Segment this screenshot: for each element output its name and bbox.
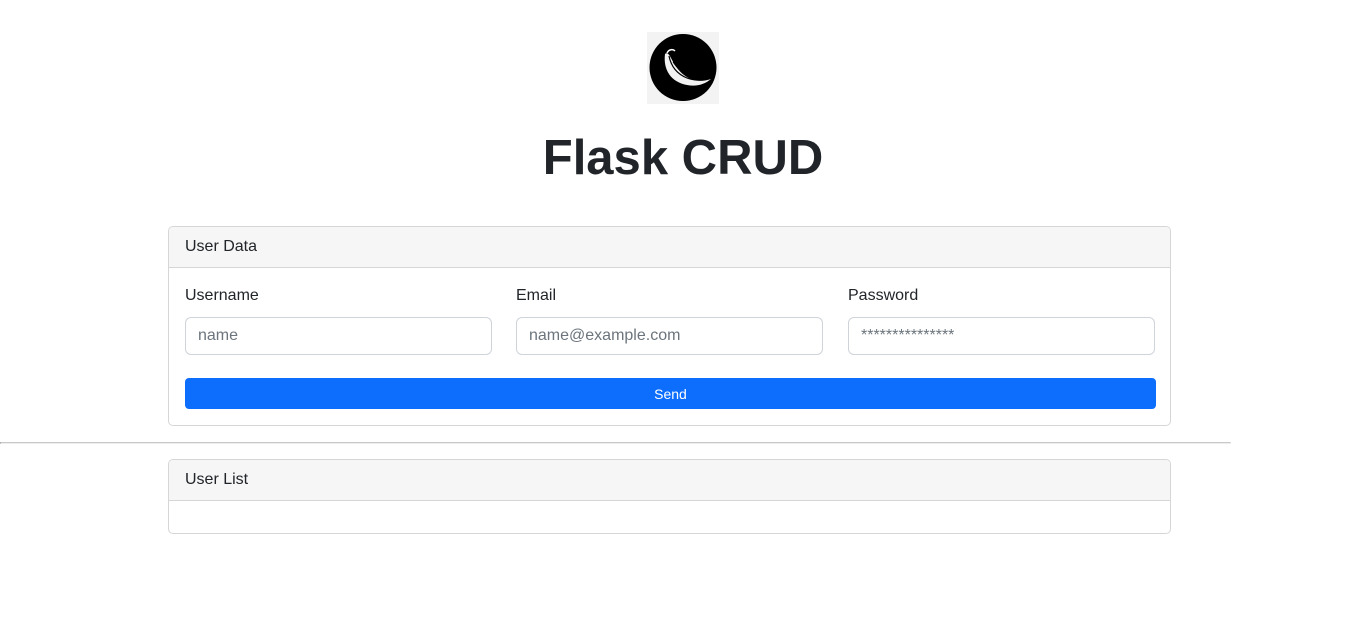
send-button[interactable]: Send [185,378,1156,409]
email-field-group: Email [516,286,824,355]
user-list-card-header: User List [169,460,1170,501]
page-title: Flask CRUD [542,131,824,185]
password-label: Password [848,287,919,304]
password-field-group: Password [848,286,1156,355]
password-input[interactable] [848,317,1155,355]
email-label: Email [516,287,557,304]
email-input[interactable] [516,317,823,355]
user-data-card: User Data Username Email Password Send [168,226,1171,426]
flask-logo-icon [647,32,719,104]
username-field-group: Username [185,286,493,355]
username-label: Username [185,287,259,304]
section-divider [0,442,1231,444]
user-list-card: User List [168,459,1171,534]
username-input[interactable] [185,317,492,355]
user-data-card-header: User Data [169,227,1170,268]
